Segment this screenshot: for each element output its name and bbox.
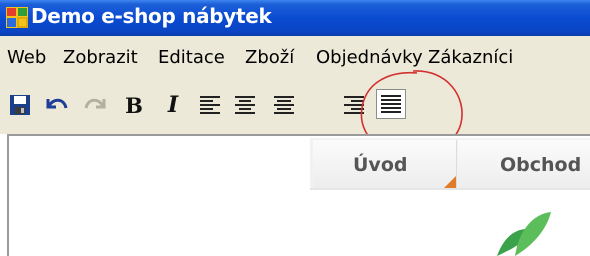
align-center-icon bbox=[235, 96, 255, 114]
editor-area: Úvod Obchod bbox=[0, 134, 590, 256]
align-justify-icon bbox=[381, 95, 401, 113]
undo-button[interactable] bbox=[42, 90, 72, 120]
align-center-alt-icon bbox=[274, 96, 294, 114]
redo-icon bbox=[84, 98, 106, 109]
page-preview bbox=[313, 190, 590, 256]
bold-button[interactable]: B bbox=[121, 90, 147, 120]
menu-bar: Web Zobrazit Editace Zboží Objednávky Zá… bbox=[0, 36, 590, 82]
tab-uvod[interactable]: Úvod bbox=[313, 140, 457, 188]
align-right-button[interactable] bbox=[340, 90, 368, 120]
align-left-button[interactable] bbox=[196, 90, 224, 120]
align-justify-button[interactable] bbox=[376, 89, 406, 119]
tab-obchod-label: Obchod bbox=[500, 154, 582, 176]
bold-icon: B bbox=[125, 92, 143, 118]
redo-button[interactable] bbox=[80, 90, 110, 120]
window-title: Demo e-shop nábytek bbox=[31, 4, 272, 28]
italic-button[interactable]: I bbox=[160, 90, 186, 120]
app-window-icon[interactable] bbox=[6, 7, 28, 28]
title-bar[interactable]: Demo e-shop nábytek bbox=[0, 0, 590, 36]
menu-objednavky[interactable]: Objednávky bbox=[316, 47, 423, 68]
italic-icon: I bbox=[167, 92, 179, 118]
menu-zbozi[interactable]: Zboží bbox=[245, 47, 294, 68]
save-icon bbox=[10, 95, 30, 115]
tab-uvod-label: Úvod bbox=[353, 154, 408, 176]
align-center-button-alt[interactable] bbox=[270, 90, 298, 120]
menu-zakaznici[interactable]: Zákazníci bbox=[428, 47, 513, 68]
leaf-logo-icon bbox=[497, 212, 551, 256]
menu-editace[interactable]: Editace bbox=[158, 47, 225, 68]
save-button[interactable] bbox=[6, 90, 34, 120]
align-center-button[interactable] bbox=[231, 90, 259, 120]
menu-zobrazit[interactable]: Zobrazit bbox=[63, 47, 138, 68]
menu-web[interactable]: Web bbox=[7, 47, 46, 68]
tab-obchod[interactable]: Obchod bbox=[458, 140, 590, 188]
formatting-toolbar: B I bbox=[0, 82, 590, 134]
align-right-icon bbox=[344, 96, 364, 114]
tab-corner-accent bbox=[444, 176, 456, 188]
align-left-icon bbox=[200, 96, 220, 114]
undo-icon bbox=[46, 98, 68, 109]
